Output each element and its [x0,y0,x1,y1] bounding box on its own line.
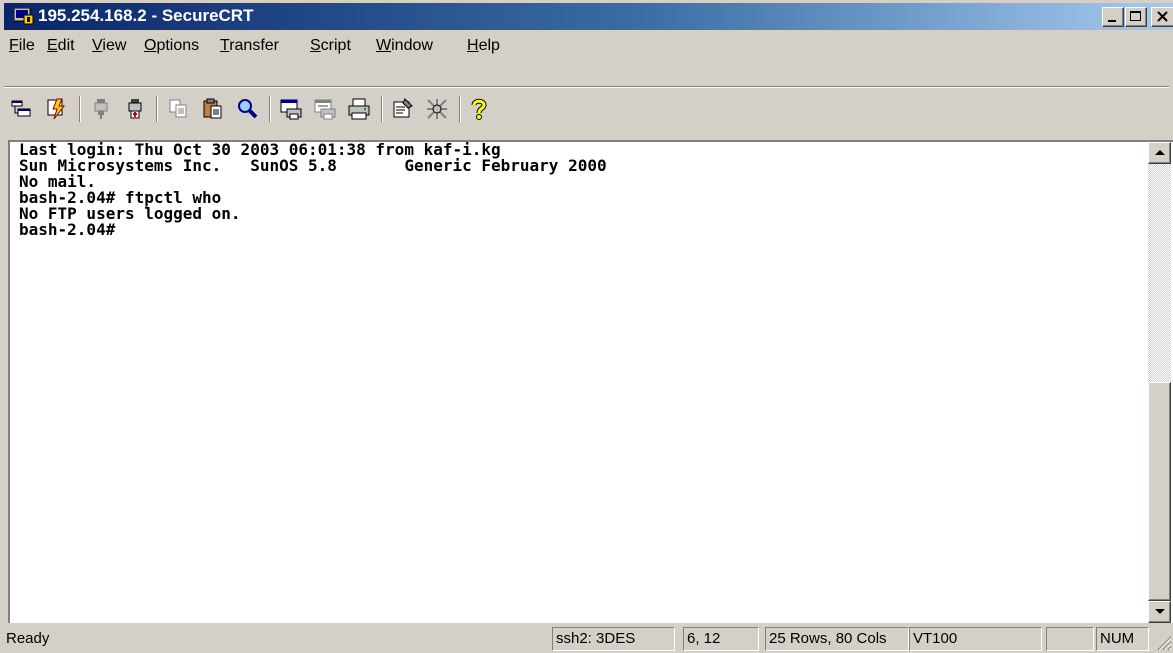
menu-label: iew [102,37,127,54]
window-title: 195.254.168.2 - SecureCRT [38,6,254,25]
print-selection-icon [314,99,336,120]
menu-edit[interactable]: Edit [47,36,75,56]
toolbar-separator [79,96,81,122]
menu-view[interactable]: View [92,36,126,56]
print-screen-button[interactable] [276,94,306,124]
menu-script[interactable]: Script [310,36,351,56]
find-icon [238,99,258,119]
toolbar [4,88,1169,132]
menu-mnemonic: E [47,37,58,54]
menu-label: ile [18,37,35,54]
quick-connect-button[interactable] [42,94,72,124]
print-screen-icon [280,99,302,120]
menu-file[interactable]: File [9,36,35,56]
status-bar: Ready ssh2: 3DES 6, 12 25 Rows, 80 Cols … [4,625,1173,653]
help-icon [471,98,487,120]
copy-icon [169,99,187,118]
menu-label: cript [320,37,351,54]
copy-button[interactable] [164,94,194,124]
disconnect-button[interactable] [120,94,150,124]
close-icon [1157,11,1168,22]
menu-bar: File Edit View Options Transfer Script W… [4,32,1169,58]
menu-mnemonic: S [310,37,321,54]
title-bar[interactable]: 195.254.168.2 - SecureCRT [4,3,1173,30]
toolbar-separator [269,96,271,122]
securecrt-app-icon[interactable] [14,8,34,25]
toolbar-separator [156,96,158,122]
status-message: Ready [6,630,50,647]
menu-mnemonic: F [9,37,19,54]
menu-transfer[interactable]: Transfer [220,36,279,56]
menu-window[interactable]: Window [376,36,433,56]
scrollbar-thumb[interactable] [1148,382,1171,601]
scroll-up-button[interactable] [1148,142,1171,164]
menu-mnemonic: V [92,37,103,54]
find-button[interactable] [232,94,262,124]
reconnect-button[interactable] [86,94,116,124]
menu-label: ransfer [229,37,279,54]
close-button[interactable] [1151,7,1173,27]
status-terminal-size: 25 Rows, 80 Cols [765,627,909,651]
vertical-scrollbar[interactable] [1148,142,1171,623]
menu-label: indow [391,37,433,54]
menu-label: elp [478,37,500,54]
print-selection-button[interactable] [310,94,340,124]
menu-help[interactable]: Help [467,36,500,56]
minimize-button[interactable] [1102,7,1124,27]
print-button[interactable] [344,94,374,124]
connect-button[interactable] [6,94,36,124]
session-options-icon [393,98,413,118]
status-num-lock: NUM [1096,627,1149,651]
menu-mnemonic: O [144,37,157,54]
arrow-up-icon [1155,150,1165,155]
status-cipher: ssh2: 3DES [552,627,675,651]
toolbar-separator [381,96,383,122]
terminal-line: bash-2.04# [19,220,116,239]
quick-connect-icon [47,98,66,120]
terminal-output: Last login: Thu Oct 30 2003 06:01:38 fro… [19,142,607,238]
session-options-button[interactable] [388,94,418,124]
terminal-line: Sun Microsystems Inc. SunOS 5.8 Generic … [19,156,607,175]
status-cursor-position: 6, 12 [683,627,759,651]
terminal-screen[interactable]: Last login: Thu Oct 30 2003 06:01:38 fro… [8,140,1173,623]
paste-icon [203,98,222,119]
menu-mnemonic: T [220,37,230,54]
status-emulation: VT100 [909,627,1042,651]
print-icon [348,98,370,120]
maximize-button[interactable] [1125,7,1147,27]
menu-label: ptions [156,37,200,54]
menu-mnemonic: W [376,37,392,54]
securecrt-window: 195.254.168.2 - SecureCRT File Edit View… [0,0,1173,653]
help-button[interactable] [464,94,494,124]
toolbar-separator [459,96,461,122]
global-options-button[interactable] [422,94,452,124]
paste-button[interactable] [198,94,228,124]
menu-options[interactable]: Options [144,36,199,56]
global-options-icon [427,99,447,119]
maximize-icon [1130,11,1141,21]
minimize-icon [1108,20,1116,22]
arrow-down-icon [1155,609,1165,614]
disconnect-icon [128,99,142,119]
status-caps-lock [1046,627,1094,651]
scroll-down-button[interactable] [1148,601,1171,623]
menu-label: dit [57,37,75,54]
connect-icon [11,100,31,117]
resize-grip-icon[interactable] [1154,633,1172,651]
connect-in-tab-icon [94,99,108,119]
menu-mnemonic: H [467,37,479,54]
